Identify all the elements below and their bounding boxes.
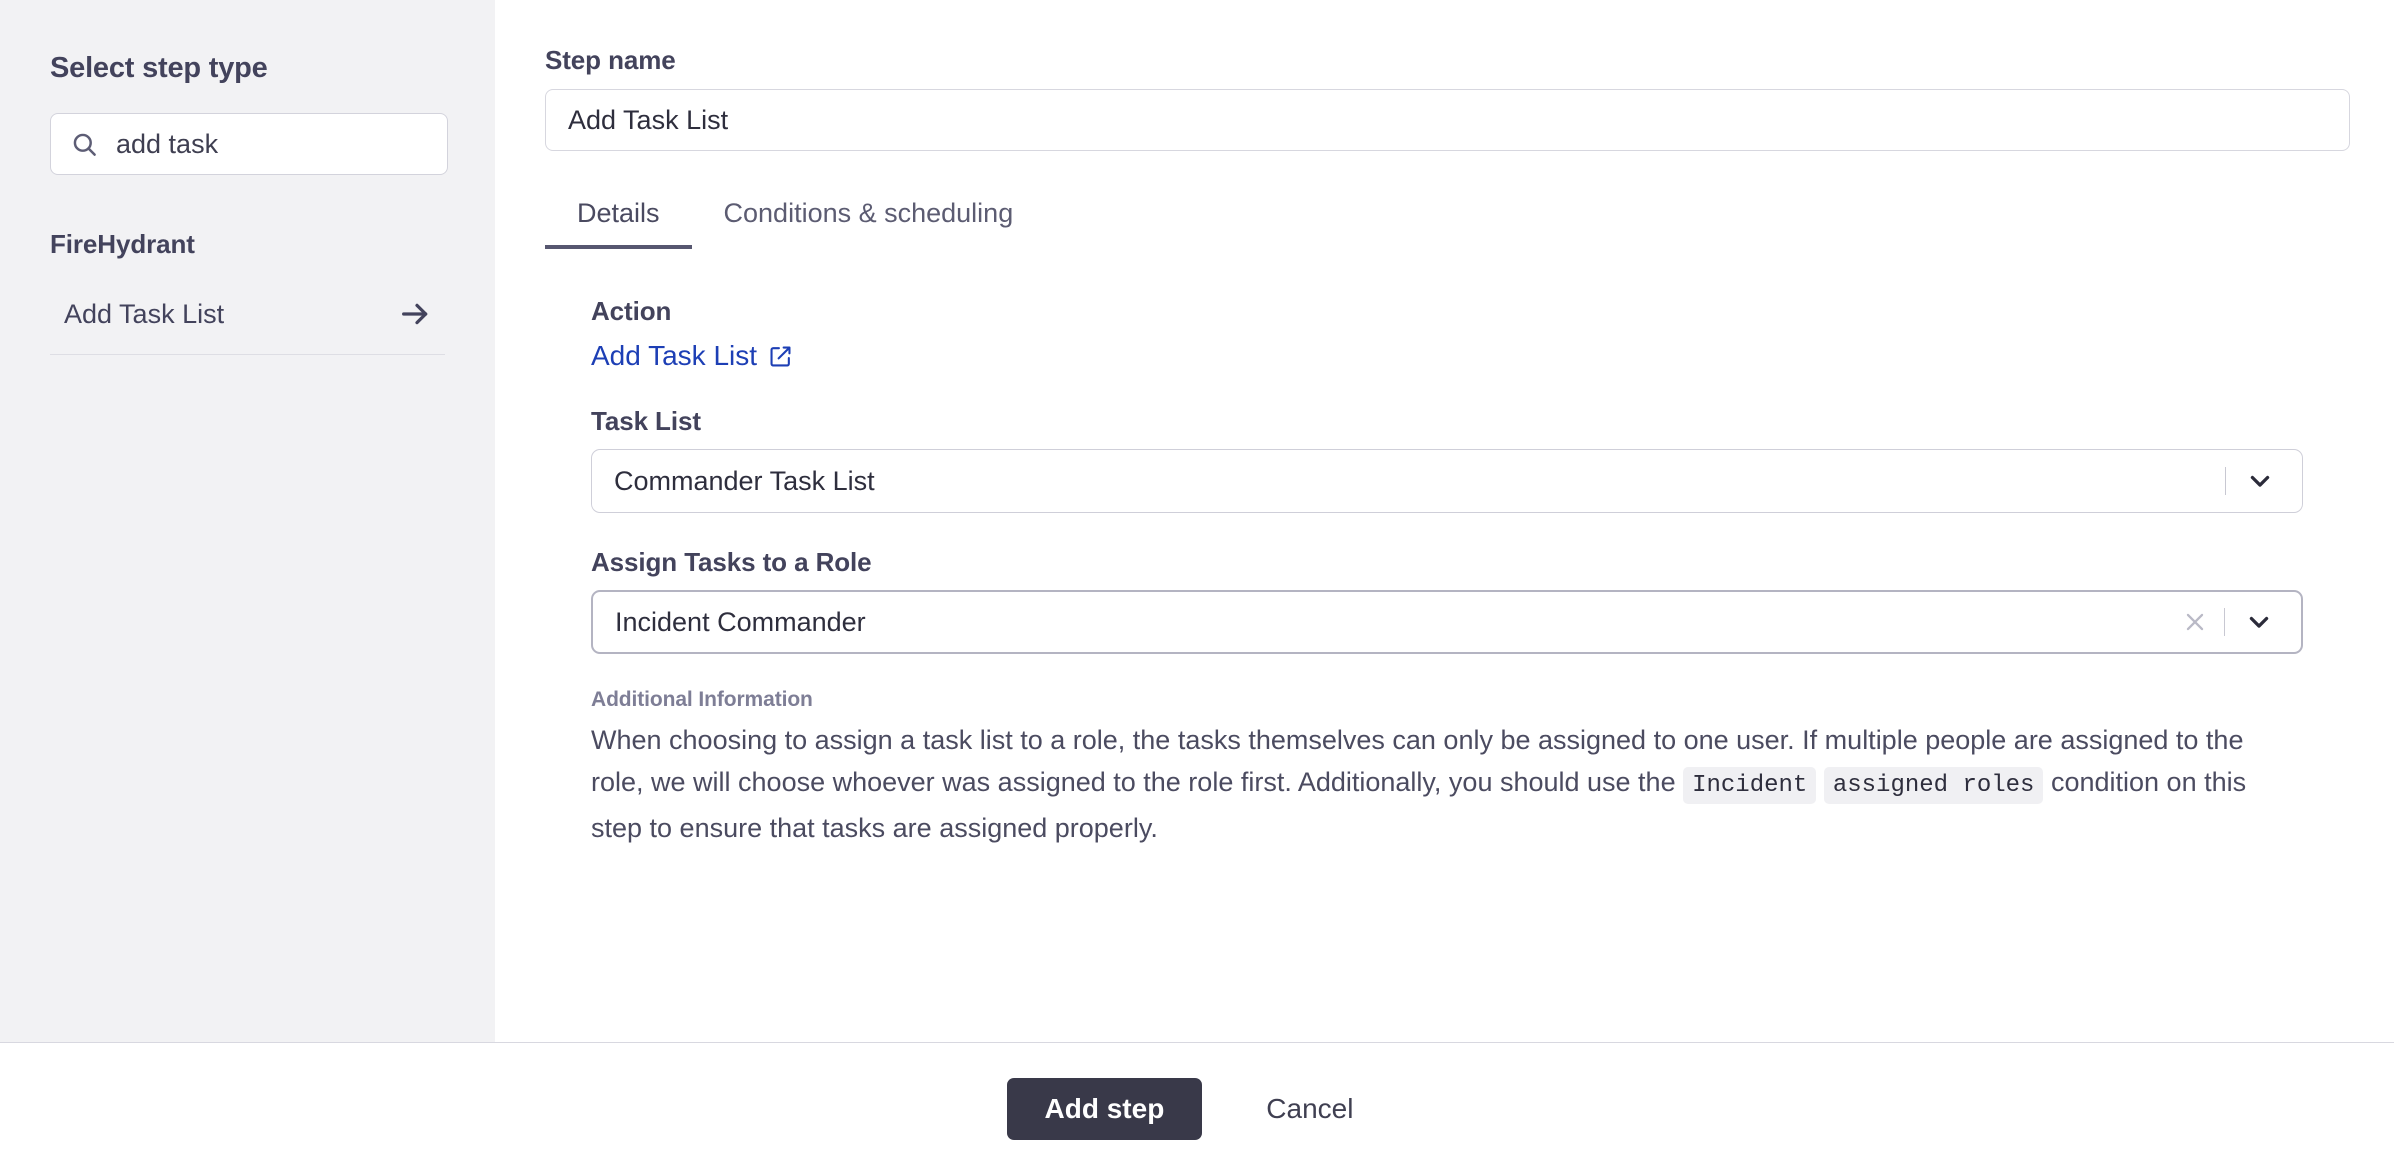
additional-information-body: When choosing to assign a task list to a… [591, 719, 2303, 849]
sidebar-item-label: Add Task List [64, 298, 225, 329]
cancel-button[interactable]: Cancel [1232, 1078, 1387, 1140]
task-list-selected-value: Commander Task List [614, 465, 875, 496]
inline-code-assigned-roles: assigned roles [1823, 767, 2044, 804]
details-tab-content: Action Add Task List Task List Commander… [545, 249, 2348, 849]
step-type-list: Add Task List [50, 274, 445, 355]
additional-information-title: Additional Information [591, 688, 813, 711]
add-step-button[interactable]: Add step [1006, 1077, 1203, 1140]
close-icon[interactable] [2182, 609, 2208, 635]
modal-footer: Add step Cancel [0, 1042, 2394, 1174]
action-label: Action [591, 296, 672, 326]
arrow-right-icon [399, 298, 431, 330]
step-type-search[interactable] [50, 113, 448, 175]
search-input[interactable] [116, 128, 427, 160]
select-divider [2224, 467, 2226, 495]
additional-info-text-2 [1816, 767, 1824, 797]
tab-bar: Details Conditions & scheduling [545, 193, 2348, 249]
step-name-input[interactable] [545, 89, 2350, 151]
sidebar-group-title: FireHydrant [50, 229, 195, 259]
action-section: Action Add Task List [591, 296, 2348, 372]
select-divider [2223, 608, 2225, 636]
step-details-panel: Step name Details Conditions & schedulin… [495, 0, 2394, 1043]
assign-role-field: Assign Tasks to a Role Incident Commande… [591, 547, 2348, 654]
inline-code-incident: Incident [1683, 767, 1817, 804]
assign-role-selected-value: Incident Commander [615, 606, 866, 637]
tab-details[interactable]: Details [545, 198, 692, 249]
action-link[interactable]: Add Task List [591, 340, 793, 372]
task-list-select-controls [2224, 467, 2281, 495]
sidebar-title: Select step type [50, 52, 268, 84]
modal-body: Select step type FireHydrant Add Task Li… [0, 0, 2394, 1043]
task-list-label: Task List [591, 406, 701, 436]
task-list-select[interactable]: Commander Task List [591, 449, 2303, 513]
assign-role-label: Assign Tasks to a Role [591, 547, 872, 577]
chevron-down-icon[interactable] [2245, 608, 2273, 636]
step-type-sidebar: Select step type FireHydrant Add Task Li… [0, 0, 495, 1043]
sidebar-item-add-task-list[interactable]: Add Task List [50, 274, 445, 355]
step-editor-modal: Select step type FireHydrant Add Task Li… [0, 0, 2394, 1174]
additional-information: Additional Information When choosing to … [591, 688, 2303, 849]
tab-conditions-scheduling[interactable]: Conditions & scheduling [692, 198, 1046, 249]
assign-role-select[interactable]: Incident Commander [591, 590, 2303, 654]
external-link-icon [768, 344, 793, 369]
task-list-field: Task List Commander Task List [591, 406, 2348, 513]
search-icon [71, 131, 98, 158]
chevron-down-icon[interactable] [2246, 467, 2274, 495]
step-name-label: Step name [545, 45, 676, 75]
action-link-label: Add Task List [591, 340, 758, 371]
assign-role-select-controls [2182, 608, 2280, 636]
